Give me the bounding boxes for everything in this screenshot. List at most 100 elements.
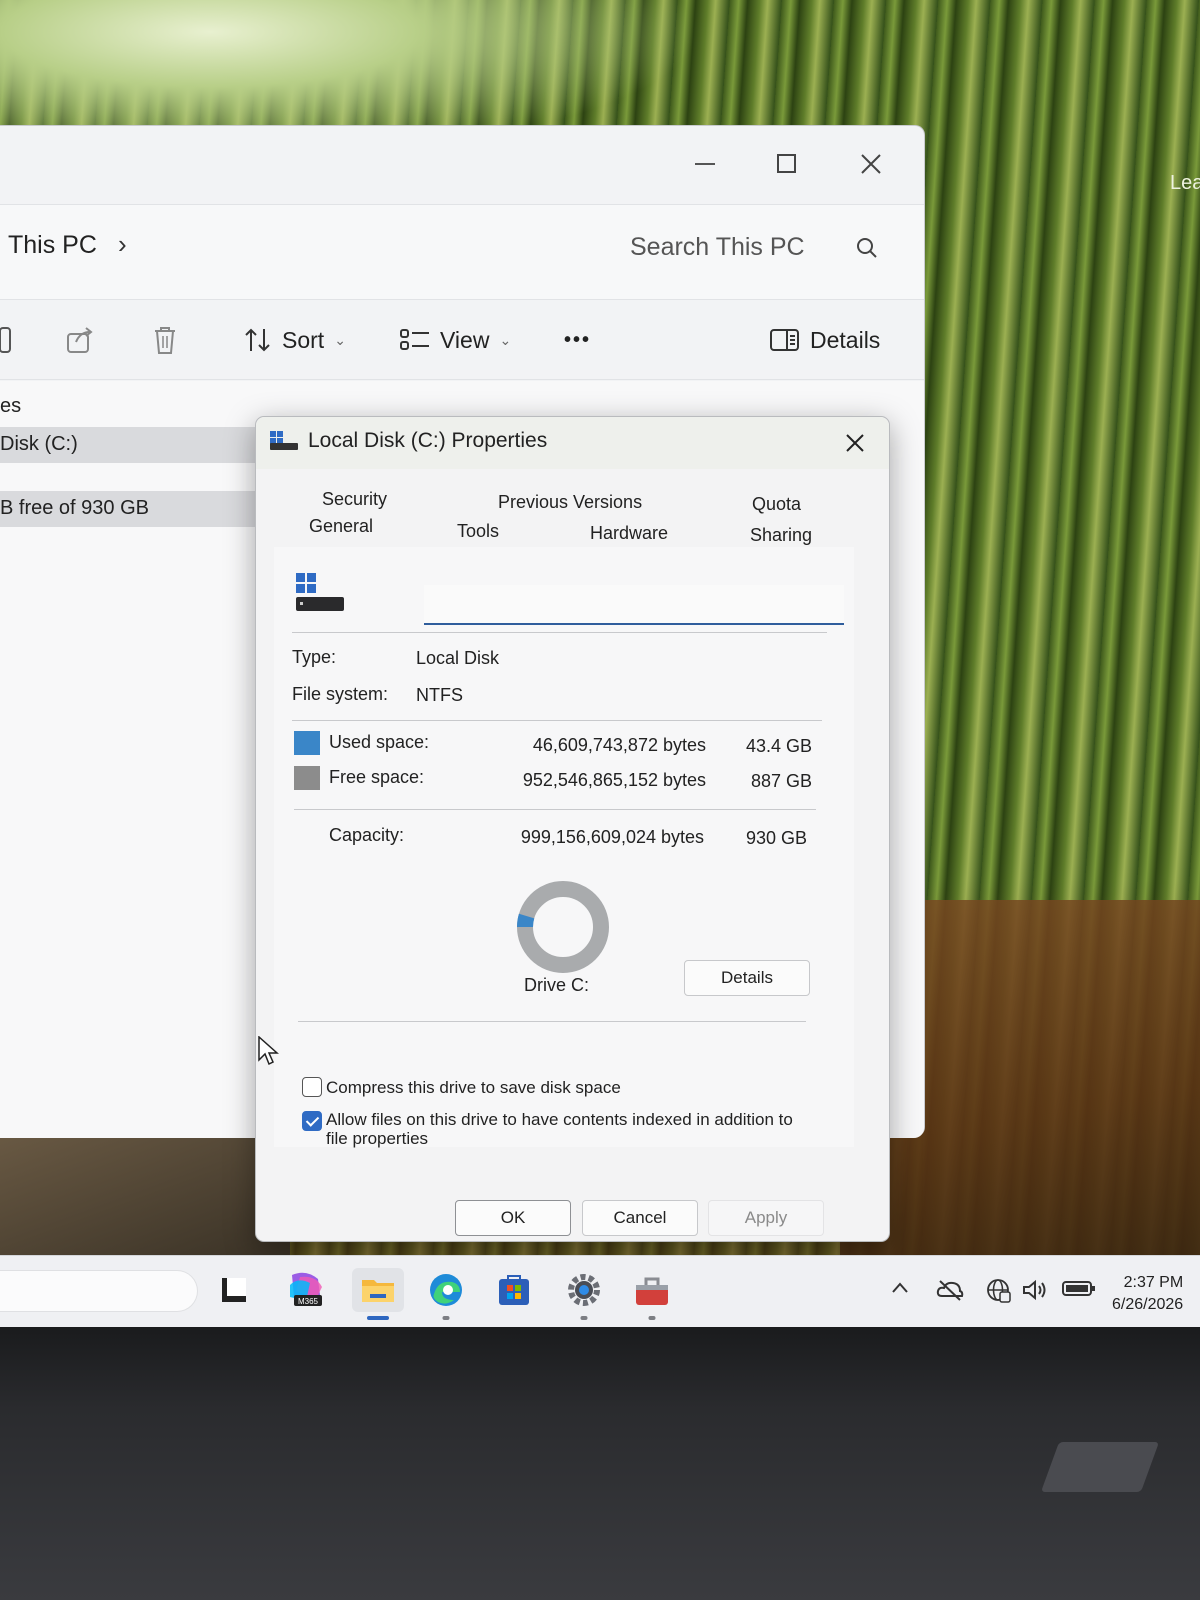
- search-icon: [857, 238, 877, 258]
- minimize-icon: [695, 163, 715, 165]
- drive-name-input[interactable]: [424, 585, 844, 625]
- dialog-title-bar: Local Disk (C:) Properties: [256, 417, 889, 469]
- share-icon: [67, 327, 93, 353]
- file-system-label: File system:: [292, 684, 389, 704]
- separator: [294, 809, 816, 810]
- mouse-cursor-icon: [258, 1036, 279, 1066]
- delete-button[interactable]: [152, 320, 178, 360]
- taskbar-m365-button[interactable]: M365: [284, 1268, 328, 1312]
- used-space-bytes: 46,609,743,872 bytes: [532, 735, 706, 755]
- index-contents-label: Allow files on this drive to have conten…: [326, 1110, 793, 1148]
- wallpaper-path: [0, 1130, 290, 1255]
- tab-general[interactable]: General: [309, 516, 373, 537]
- more-options-button[interactable]: •••: [564, 320, 591, 360]
- taskbar-toolbox-button[interactable]: [630, 1268, 674, 1320]
- view-label: View: [440, 326, 490, 353]
- index-contents-checkbox[interactable]: [302, 1111, 322, 1131]
- cloud-off-icon[interactable]: [936, 1278, 964, 1302]
- taskbar-search-box[interactable]: [0, 1270, 198, 1312]
- separator: [292, 720, 822, 721]
- tab-tools[interactable]: Tools: [457, 521, 499, 542]
- type-value: Local Disk: [416, 648, 500, 668]
- drive-caption: Drive C:: [524, 975, 590, 995]
- breadcrumb-this-pc[interactable]: This PC: [8, 231, 97, 260]
- file-system-value: NTFS: [416, 685, 463, 705]
- dialog-title: Local Disk (C:) Properties: [308, 429, 548, 452]
- free-space-ring: [517, 881, 609, 973]
- tab-previous-versions[interactable]: Previous Versions: [498, 492, 642, 513]
- details-pane-button[interactable]: Details: [770, 320, 880, 360]
- dialog-close-button[interactable]: [835, 423, 875, 463]
- sort-button[interactable]: Sort ⌄: [244, 320, 346, 360]
- running-indicator: [442, 1316, 450, 1320]
- edge-icon: [430, 1274, 462, 1306]
- free-space-label: Free space:: [329, 767, 425, 787]
- view-button[interactable]: View ⌄: [400, 320, 511, 360]
- search-box[interactable]: Search This PC: [630, 225, 890, 273]
- capacity-bytes: 999,156,609,024 bytes: [520, 827, 704, 847]
- share-button[interactable]: [66, 320, 94, 360]
- minimize-button[interactable]: [680, 144, 730, 184]
- explorer-title-bar: [0, 126, 924, 204]
- drive-free-space-text: B free of 930 GB: [0, 497, 149, 519]
- trash-icon: [155, 327, 175, 354]
- maximize-icon: [777, 154, 796, 173]
- settings-icon: [568, 1274, 600, 1306]
- wallpaper-learn-more-text[interactable]: Lea: [1170, 172, 1200, 195]
- used-space-size: 43.4 GB: [745, 736, 812, 756]
- taskbar-settings-button[interactable]: [562, 1268, 606, 1320]
- tab-hardware[interactable]: Hardware: [590, 523, 668, 544]
- sidebar-item-local-disk[interactable]: Disk (C:): [0, 427, 280, 463]
- tab-security[interactable]: Security: [322, 489, 387, 510]
- taskbar-edge-button[interactable]: [424, 1268, 468, 1320]
- taskbar-clock[interactable]: 2:37 PM 6/26/2026: [1112, 1272, 1183, 1316]
- battery-icon[interactable]: [1062, 1278, 1096, 1298]
- laptop-hinge: [1040, 1442, 1160, 1492]
- maximize-button[interactable]: [762, 144, 812, 184]
- apply-button[interactable]: Apply: [708, 1200, 824, 1236]
- laptop-bezel: [0, 1327, 1200, 1600]
- terminal-icon: [222, 1278, 246, 1302]
- tab-sharing[interactable]: Sharing: [750, 525, 812, 546]
- close-icon: [846, 434, 864, 452]
- close-icon: [861, 154, 881, 174]
- rename-button[interactable]: [0, 320, 14, 360]
- toolbox-icon: [636, 1277, 668, 1305]
- taskbar-store-button[interactable]: [492, 1268, 536, 1312]
- capacity-label: Capacity:: [329, 825, 405, 845]
- view-icon: [400, 329, 429, 350]
- disk-usage-ring: [513, 877, 613, 977]
- taskbar-file-explorer-button[interactable]: [352, 1268, 404, 1320]
- used-space-swatch: [294, 731, 320, 755]
- disk-details-button[interactable]: Details: [684, 960, 810, 996]
- running-indicator: [648, 1316, 656, 1320]
- chevron-up-icon[interactable]: [890, 1278, 910, 1298]
- m365-icon: M365: [290, 1272, 322, 1306]
- store-icon: [499, 1275, 529, 1305]
- sort-chevron-icon: ⌄: [334, 331, 346, 348]
- tab-quota[interactable]: Quota: [752, 494, 801, 515]
- cancel-button[interactable]: Cancel: [582, 1200, 698, 1236]
- compress-drive-checkbox[interactable]: [302, 1077, 322, 1097]
- free-space-swatch: [294, 766, 320, 790]
- separator: [298, 1021, 806, 1022]
- network-icon[interactable]: [986, 1278, 1012, 1304]
- active-indicator: [367, 1316, 389, 1320]
- separator: [292, 632, 827, 633]
- m365-badge: M365: [298, 1297, 319, 1306]
- close-window-button[interactable]: [846, 144, 896, 184]
- volume-icon[interactable]: [1022, 1278, 1050, 1302]
- sort-icon: [245, 328, 270, 352]
- command-bar: Sort ⌄ View ⌄ ••• Details: [0, 300, 924, 380]
- taskbar-terminal-button[interactable]: [212, 1268, 256, 1312]
- ok-button[interactable]: OK: [455, 1200, 571, 1236]
- drive-icon: [296, 573, 344, 611]
- clock-date: 6/26/2026: [1112, 1296, 1184, 1313]
- address-bar-row: This PC › Search This PC: [0, 204, 924, 300]
- rename-icon: [0, 327, 11, 353]
- sidebar-item-local-disk-label: Disk (C:): [0, 433, 78, 455]
- sort-label: Sort: [282, 326, 325, 353]
- breadcrumb-chevron-icon[interactable]: ›: [118, 229, 127, 260]
- search-input[interactable]: Search This PC: [630, 233, 805, 262]
- drive-free-space-row[interactable]: B free of 930 GB: [0, 491, 280, 527]
